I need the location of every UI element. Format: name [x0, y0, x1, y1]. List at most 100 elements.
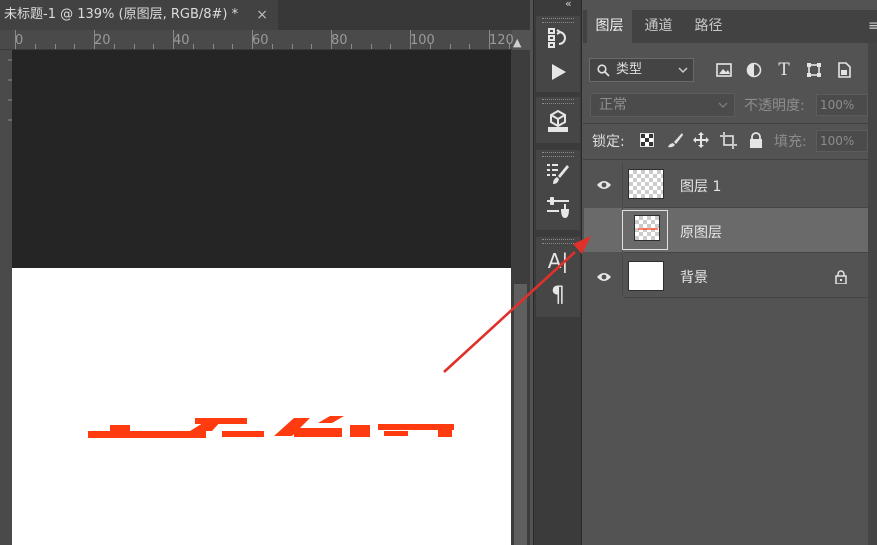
opacity-label: 不透明度: [744, 98, 805, 114]
close-tab-icon[interactable]: × [256, 0, 268, 30]
image-filter-icon[interactable] [714, 60, 734, 80]
tool-group-brush [536, 150, 580, 230]
canvas-white-area[interactable] [12, 268, 511, 545]
history-brush-icon[interactable] [542, 24, 574, 52]
divider [622, 253, 623, 297]
ruler-tick [15, 30, 16, 49]
ruler-tick [390, 44, 391, 49]
divider [583, 123, 877, 124]
lock-image-pixels-icon[interactable] [666, 131, 684, 149]
ruler-tick [74, 44, 75, 49]
ruler-tick [134, 44, 135, 49]
group-grip[interactable] [542, 152, 574, 157]
ruler-label: 20 [94, 33, 111, 48]
ruler-label: 120 [489, 33, 514, 48]
ruler-tick [272, 44, 273, 49]
visibility-eye-icon[interactable] [596, 271, 612, 283]
group-grip[interactable] [542, 99, 574, 104]
tool-group-3d [536, 97, 580, 143]
adjustment-filter-icon[interactable] [744, 60, 764, 80]
brush-presets-icon[interactable] [542, 160, 574, 188]
document-title: 未标题-1 @ 139% (原图层, RGB/8#) * [4, 7, 239, 22]
panel-menu-icon[interactable]: ≡ [868, 10, 877, 43]
ruler-tick [153, 44, 154, 49]
tool-group-type: A| ¶ [536, 237, 580, 317]
smart-object-filter-icon[interactable] [834, 60, 854, 80]
ruler-tick [450, 44, 451, 49]
filter-type-label: 类型 [616, 62, 643, 77]
divider [583, 159, 877, 160]
tab-strip [278, 0, 530, 30]
ruler-tick [232, 44, 233, 49]
ruler-tick [509, 44, 510, 49]
ruler-tick [410, 30, 411, 49]
thumbnail-mark [638, 228, 658, 230]
scrollbar-thumb[interactable] [514, 284, 527, 545]
ruler-label: 60 [252, 33, 269, 48]
ruler-tick [371, 44, 372, 49]
tool-group-history [536, 16, 580, 92]
tab-layers[interactable]: 图层 [587, 10, 632, 43]
visibility-eye-icon[interactable] [596, 179, 612, 191]
layer-name[interactable]: 背景 [680, 267, 708, 287]
chevron-down-icon [718, 102, 728, 108]
ruler-tick [311, 44, 312, 49]
ruler-tick [94, 30, 95, 49]
shape-filter-icon[interactable] [804, 60, 824, 80]
layer-name[interactable]: 图层 1 [680, 176, 721, 196]
adjust-sliders-icon[interactable] [542, 194, 574, 222]
paragraph-icon[interactable]: ¶ [542, 281, 574, 309]
opacity-field[interactable]: 100% [816, 94, 868, 116]
divider [622, 163, 623, 207]
layer-thumbnail [628, 169, 664, 199]
ruler-label: 0 [15, 33, 24, 48]
vertical-ruler-ticks [8, 59, 12, 121]
canvas-dark-area[interactable] [12, 50, 511, 268]
layer-row[interactable] [584, 163, 868, 207]
ruler-tick [469, 44, 470, 49]
ruler-label: 80 [331, 33, 348, 48]
lock-label: 锁定: [592, 134, 625, 150]
collapse-panels-icon[interactable]: « [565, 0, 572, 10]
lock-artboard-icon[interactable] [719, 131, 737, 149]
horizontal-ruler: 0 20 40 60 80 100 120 [0, 30, 514, 50]
blend-mode-value: 正常 [599, 97, 627, 113]
ruler-tick [114, 44, 115, 49]
layer-thumbnail [634, 215, 660, 241]
blend-mode-select[interactable]: 正常 [590, 93, 735, 117]
ruler-tick [213, 44, 214, 49]
search-icon [597, 64, 610, 77]
ruler-tick [193, 44, 194, 49]
ruler-tick [252, 30, 253, 49]
cropped-red-text [88, 416, 454, 438]
play-action-icon[interactable] [542, 58, 574, 86]
3d-cube-icon[interactable] [542, 107, 574, 135]
tab-channels[interactable]: 通道 [636, 10, 681, 43]
visibility-toggle-empty[interactable] [596, 224, 610, 238]
scroll-up-icon[interactable]: ▲ [513, 36, 521, 49]
tab-paths[interactable]: 路径 [686, 10, 731, 43]
ruler-label: 40 [173, 33, 190, 48]
layer-lock-icon[interactable] [835, 270, 847, 284]
layer-name[interactable]: 原图层 [680, 222, 722, 242]
ruler-label: 100 [410, 33, 435, 48]
lock-transparent-pixels-icon[interactable] [638, 131, 656, 149]
layer-thumbnail [628, 261, 664, 291]
chevron-down-icon [678, 67, 688, 73]
group-grip[interactable] [542, 18, 574, 23]
panel-dock-column: A| ¶ [533, 0, 582, 545]
ruler-tick [430, 44, 431, 49]
ruler-tick [292, 44, 293, 49]
panel-scroll-strip [868, 43, 877, 545]
type-filter-icon[interactable]: T [774, 60, 794, 80]
divider [624, 297, 868, 298]
canvas-artwork [88, 416, 454, 438]
layer-row[interactable] [584, 253, 868, 297]
lock-all-icon[interactable] [747, 131, 765, 149]
group-grip[interactable] [542, 239, 574, 244]
document-tab[interactable]: 未标题-1 @ 139% (原图层, RGB/8#) * × [0, 0, 278, 30]
character-text-icon[interactable]: A| [542, 247, 574, 275]
lock-position-icon[interactable] [692, 131, 710, 149]
layer-filter-select[interactable]: 类型 [589, 58, 694, 82]
fill-field[interactable]: 100% [816, 130, 868, 152]
